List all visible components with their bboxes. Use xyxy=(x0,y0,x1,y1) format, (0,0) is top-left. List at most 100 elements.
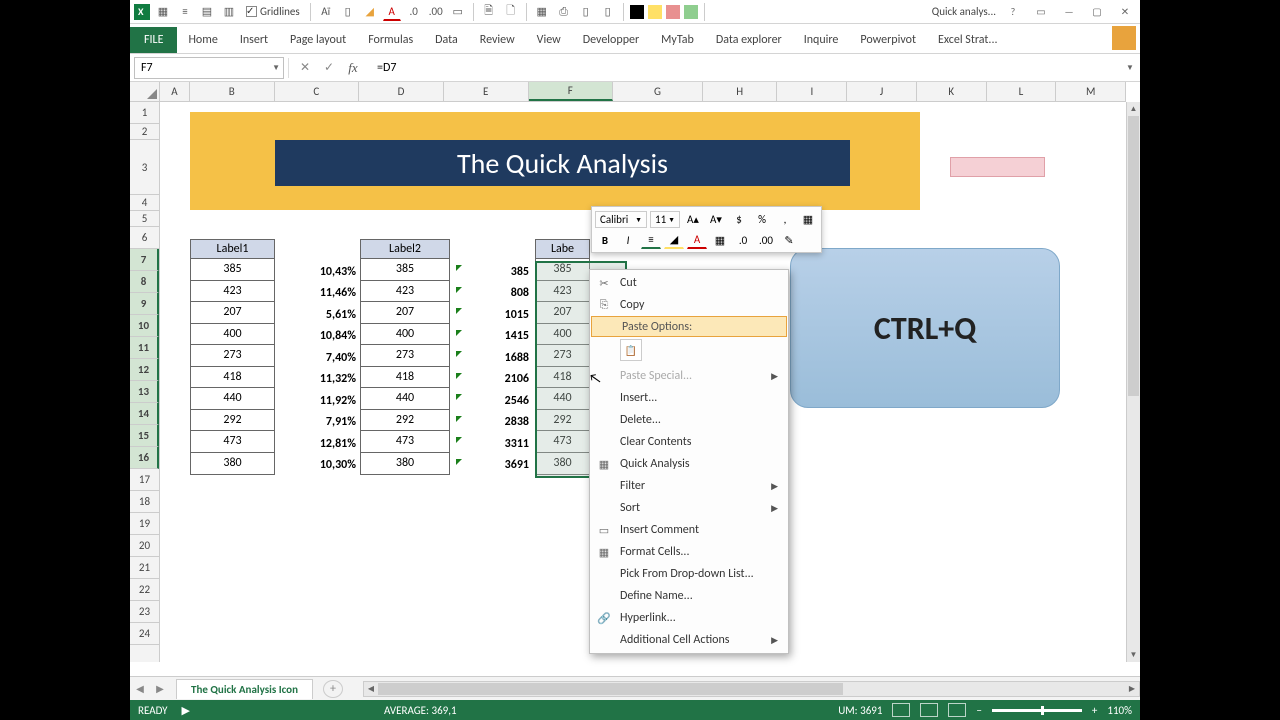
qat-btn[interactable]: 🗋 xyxy=(502,3,520,21)
increase-decimal-icon[interactable]: .0 xyxy=(733,231,753,249)
tab-formulas[interactable]: Formulas xyxy=(357,27,424,53)
menu-hyperlink[interactable]: 🔗Hyperlink... xyxy=(590,607,788,629)
underline-icon[interactable]: ≡ xyxy=(641,231,661,249)
row-header[interactable]: 17 xyxy=(130,469,159,491)
row-header[interactable]: 3 xyxy=(130,140,159,195)
menu-additional-actions[interactable]: Additional Cell Actions▶ xyxy=(590,629,788,651)
tab-powerpivot[interactable]: Powerpivot xyxy=(849,27,927,53)
close-icon[interactable]: ✕ xyxy=(1114,3,1136,21)
expand-formula-bar-icon[interactable]: ▼ xyxy=(1120,63,1140,73)
row-header[interactable]: 7 xyxy=(130,249,159,271)
zoom-out-icon[interactable]: − xyxy=(976,704,981,717)
row-header[interactable]: 20 xyxy=(130,535,159,557)
row-header[interactable]: 24 xyxy=(130,623,159,645)
zoom-slider[interactable] xyxy=(992,709,1082,712)
col-header[interactable]: G xyxy=(613,82,703,101)
col-header[interactable]: A xyxy=(160,82,190,101)
font-family-combo[interactable]: Calibri▼ xyxy=(595,211,647,228)
tab-data[interactable]: Data xyxy=(424,27,469,53)
increase-font-icon[interactable]: A▴ xyxy=(683,210,703,228)
gridlines-checkbox[interactable] xyxy=(246,6,257,17)
ribbon-options-icon[interactable]: ▭ xyxy=(1030,3,1052,21)
row-header[interactable]: 12 xyxy=(130,359,159,381)
row-header[interactable]: 15 xyxy=(130,425,159,447)
cancel-formula-icon[interactable]: ✕ xyxy=(295,58,315,78)
borders-icon[interactable]: ▦ xyxy=(710,231,730,249)
zoom-in-icon[interactable]: + xyxy=(1092,704,1097,717)
row-header[interactable]: 5 xyxy=(130,211,159,227)
row-header[interactable]: 14 xyxy=(130,403,159,425)
tab-insert[interactable]: Insert xyxy=(229,27,279,53)
color-swatch-yellow[interactable] xyxy=(648,5,662,19)
qat-btn[interactable]: ▤ xyxy=(198,3,216,21)
color-swatch-black[interactable] xyxy=(630,5,644,19)
italic-icon[interactable]: I xyxy=(618,231,638,249)
sheet-nav-next-icon[interactable]: ▶ xyxy=(150,682,170,695)
row-header[interactable]: 18 xyxy=(130,491,159,513)
decrease-decimal-icon[interactable]: .00 xyxy=(756,231,776,249)
percent-format-icon[interactable]: % xyxy=(752,210,772,228)
row-header[interactable]: 11 xyxy=(130,337,159,359)
spreadsheet-grid[interactable]: ABCDEFGHIJKLM 12345678910111213141516171… xyxy=(130,82,1140,676)
row-header[interactable]: 1 xyxy=(130,102,159,124)
tab-mytab[interactable]: MyTab xyxy=(650,27,705,53)
sheet-tab[interactable]: The Quick Analysis Icon xyxy=(176,679,313,699)
qat-btn[interactable]: ▯ xyxy=(599,3,617,21)
help-icon[interactable]: ? xyxy=(1002,3,1024,21)
row-header[interactable]: 8 xyxy=(130,271,159,293)
font-color-icon[interactable]: A xyxy=(383,3,401,21)
color-swatch-red[interactable] xyxy=(666,5,680,19)
horizontal-scrollbar[interactable]: ◀ ▶ xyxy=(363,681,1140,697)
decrease-font-icon[interactable]: A▾ xyxy=(706,210,726,228)
accounting-format-icon[interactable]: $ xyxy=(729,210,749,228)
tab-view[interactable]: View xyxy=(526,27,572,53)
tab-excel-strat[interactable]: Excel Strat... xyxy=(927,27,1009,53)
menu-cut[interactable]: ✂Cut xyxy=(590,272,788,294)
vertical-scrollbar[interactable]: ▲ ▼ xyxy=(1126,102,1140,662)
normal-view-icon[interactable] xyxy=(892,703,910,717)
menu-delete[interactable]: Delete... xyxy=(590,409,788,431)
fill-color-icon[interactable]: ◢ xyxy=(361,3,379,21)
color-swatch-green[interactable] xyxy=(684,5,698,19)
row-header[interactable]: 16 xyxy=(130,447,159,469)
comma-format-icon[interactable]: , xyxy=(775,210,795,228)
tab-review[interactable]: Review xyxy=(469,27,526,53)
menu-insert[interactable]: Insert... xyxy=(590,387,788,409)
col-header[interactable]: B xyxy=(190,82,275,101)
qat-btn[interactable]: .00 xyxy=(427,3,445,21)
qat-btn[interactable]: 🗎 xyxy=(480,3,498,21)
format-painter-icon[interactable]: ✎ xyxy=(779,231,799,249)
row-header[interactable]: 4 xyxy=(130,195,159,211)
fill-color-icon[interactable]: ◢ xyxy=(664,231,684,249)
tab-developer[interactable]: Developper xyxy=(572,27,650,53)
sheet-nav-prev-icon[interactable]: ◀ xyxy=(130,682,150,695)
col-header[interactable]: E xyxy=(444,82,529,101)
menu-filter[interactable]: Filter▶ xyxy=(590,475,788,497)
menu-quick-analysis[interactable]: ▦Quick Analysis xyxy=(590,453,788,475)
qat-btn[interactable]: ▭ xyxy=(449,3,467,21)
qat-btn[interactable]: ▯ xyxy=(577,3,595,21)
font-color-icon[interactable]: A xyxy=(687,231,707,249)
col-header[interactable]: C xyxy=(275,82,360,101)
row-header[interactable]: 21 xyxy=(130,557,159,579)
accept-formula-icon[interactable]: ✓ xyxy=(319,58,339,78)
row-header[interactable]: 23 xyxy=(130,601,159,623)
tab-data-explorer[interactable]: Data explorer xyxy=(705,27,793,53)
select-all-corner[interactable] xyxy=(130,82,160,102)
qat-btn[interactable]: ▦ xyxy=(154,3,172,21)
status-macro-icon[interactable]: ▶ xyxy=(182,704,190,717)
qat-btn[interactable]: .0 xyxy=(405,3,423,21)
col-header[interactable]: J xyxy=(847,82,917,101)
merge-icon[interactable]: ▦ xyxy=(798,210,818,228)
maximize-icon[interactable]: ▢ xyxy=(1086,3,1108,21)
qat-btn[interactable]: Aї xyxy=(317,3,335,21)
bold-icon[interactable]: B xyxy=(595,231,615,249)
qat-btn[interactable]: ▯ xyxy=(339,3,357,21)
tab-page-layout[interactable]: Page layout xyxy=(279,27,357,53)
menu-copy[interactable]: ⎘Copy xyxy=(590,294,788,316)
fx-icon[interactable]: fx xyxy=(343,58,363,78)
row-header[interactable]: 13 xyxy=(130,381,159,403)
tab-inquire[interactable]: Inquire xyxy=(793,27,850,53)
col-header[interactable]: K xyxy=(917,82,987,101)
menu-pick-from-list[interactable]: Pick From Drop-down List... xyxy=(590,563,788,585)
